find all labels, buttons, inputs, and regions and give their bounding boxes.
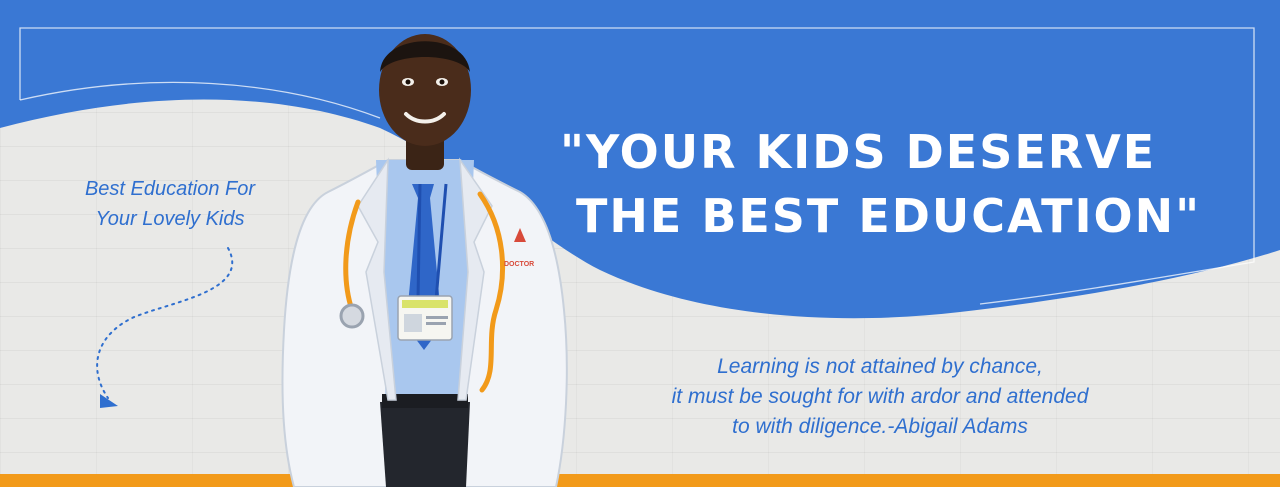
tagline-line-1: Best Education For bbox=[84, 178, 256, 200]
quote-line-2: it must be sought for with ardor and att… bbox=[671, 385, 1089, 408]
headline-line-1: "YOUR KIDS DESERVE bbox=[560, 125, 1157, 179]
quote-line-3: to with diligence.-Abigail Adams bbox=[732, 415, 1028, 438]
dark-trousers bbox=[380, 402, 470, 487]
coat-badge-text: DOCTOR bbox=[504, 261, 534, 268]
abigail-adams-quote: Learning is not attained by chance, it m… bbox=[580, 352, 1180, 442]
orange-footer-bar bbox=[0, 474, 1280, 487]
headline: "YOUR KIDS DESERVE THE BEST EDUCATION" bbox=[560, 120, 1240, 248]
quote-line-1: Learning is not attained by chance, bbox=[717, 355, 1043, 378]
stethoscope-chest-piece bbox=[339, 303, 365, 329]
hero-banner: DOCTOR "YOUR KIDS DESERVE THE BEST EDUCA… bbox=[0, 0, 1280, 487]
dotted-arrow-head-icon bbox=[100, 394, 118, 408]
tagline: Best Education For Your Lovely Kids bbox=[40, 174, 300, 234]
tagline-line-2: Your Lovely Kids bbox=[95, 208, 245, 230]
child-doctor-photo: DOCTOR bbox=[281, 34, 568, 487]
headline-line-2: THE BEST EDUCATION" bbox=[576, 189, 1202, 243]
dotted-arrow-line bbox=[96, 247, 234, 399]
